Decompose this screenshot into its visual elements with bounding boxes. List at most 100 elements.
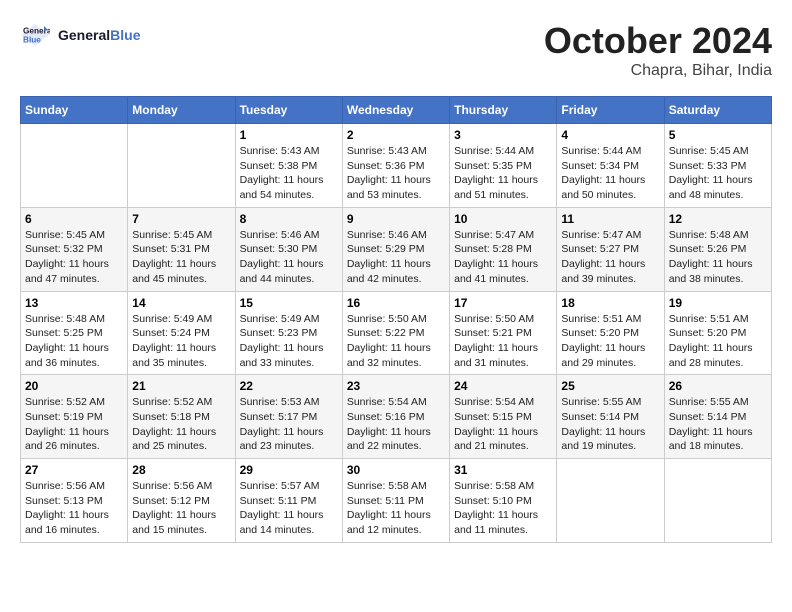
day-info: Sunrise: 5:45 AM Sunset: 5:32 PM Dayligh… [25,228,123,287]
logo-general: General [58,27,110,43]
day-info: Sunrise: 5:52 AM Sunset: 5:18 PM Dayligh… [132,395,230,454]
calendar-week-row: 13 Sunrise: 5:48 AM Sunset: 5:25 PM Dayli… [21,291,772,375]
calendar-cell: 8Sunrise: 5:46 AM Sunset: 5:30 PM Daylig… [235,207,342,291]
calendar-cell [21,124,128,208]
calendar-cell: 28 Sunrise: 5:56 AM Sunset: 5:12 PM Dayli… [128,459,235,543]
day-info: Sunrise: 5:48 AM Sunset: 5:25 PM Dayligh… [25,312,123,371]
calendar-cell: 29 Sunrise: 5:57 AM Sunset: 5:11 PM Dayli… [235,459,342,543]
calendar-cell: 1Sunrise: 5:43 AM Sunset: 5:38 PM Daylig… [235,124,342,208]
calendar-cell: 22Sunrise: 5:53 AM Sunset: 5:17 PM Dayli… [235,375,342,459]
day-number: 2 [347,128,445,142]
day-info: Sunrise: 5:44 AM Sunset: 5:35 PM Dayligh… [454,144,552,203]
day-number: 18 [561,296,659,310]
day-info: Sunrise: 5:51 AM Sunset: 5:20 PM Dayligh… [669,312,767,371]
calendar-cell: 20Sunrise: 5:52 AM Sunset: 5:19 PM Dayli… [21,375,128,459]
day-info: Sunrise: 5:45 AM Sunset: 5:31 PM Dayligh… [132,228,230,287]
logo-blue: Blue [110,27,140,43]
day-number: 24 [454,379,552,393]
calendar-cell: 3 Sunrise: 5:44 AM Sunset: 5:35 PM Daylig… [450,124,557,208]
day-number: 17 [454,296,552,310]
calendar-body: 1Sunrise: 5:43 AM Sunset: 5:38 PM Daylig… [21,124,772,543]
day-info: Sunrise: 5:54 AM Sunset: 5:16 PM Dayligh… [347,395,445,454]
day-number: 21 [132,379,230,393]
day-number: 4 [561,128,659,142]
calendar-cell: 9 Sunrise: 5:46 AM Sunset: 5:29 PM Daylig… [342,207,449,291]
day-number: 22 [240,379,338,393]
calendar-cell [664,459,771,543]
calendar-cell: 10 Sunrise: 5:47 AM Sunset: 5:28 PM Dayli… [450,207,557,291]
day-info: Sunrise: 5:44 AM Sunset: 5:34 PM Dayligh… [561,144,659,203]
day-number: 27 [25,463,123,477]
day-info: Sunrise: 5:49 AM Sunset: 5:23 PM Dayligh… [240,312,338,371]
calendar-cell: 2 Sunrise: 5:43 AM Sunset: 5:36 PM Daylig… [342,124,449,208]
weekday-header-cell: Saturday [664,97,771,124]
page-header: General Blue GeneralBlue October 2024 Ch… [20,20,772,80]
weekday-header-cell: Monday [128,97,235,124]
day-number: 23 [347,379,445,393]
calendar-cell: 5 Sunrise: 5:45 AM Sunset: 5:33 PM Daylig… [664,124,771,208]
calendar-cell [557,459,664,543]
day-info: Sunrise: 5:56 AM Sunset: 5:12 PM Dayligh… [132,479,230,538]
day-info: Sunrise: 5:46 AM Sunset: 5:30 PM Dayligh… [240,228,338,287]
calendar-cell: 12Sunrise: 5:48 AM Sunset: 5:26 PM Dayli… [664,207,771,291]
day-info: Sunrise: 5:45 AM Sunset: 5:33 PM Dayligh… [669,144,767,203]
calendar-week-row: 6 Sunrise: 5:45 AM Sunset: 5:32 PM Daylig… [21,207,772,291]
day-number: 14 [132,296,230,310]
calendar-cell: 4 Sunrise: 5:44 AM Sunset: 5:34 PM Daylig… [557,124,664,208]
day-number: 15 [240,296,338,310]
day-info: Sunrise: 5:51 AM Sunset: 5:20 PM Dayligh… [561,312,659,371]
day-info: Sunrise: 5:43 AM Sunset: 5:36 PM Dayligh… [347,144,445,203]
logo: General Blue GeneralBlue [20,20,140,50]
day-info: Sunrise: 5:48 AM Sunset: 5:26 PM Dayligh… [669,228,767,287]
calendar-cell: 17 Sunrise: 5:50 AM Sunset: 5:21 PM Dayli… [450,291,557,375]
day-info: Sunrise: 5:58 AM Sunset: 5:11 PM Dayligh… [347,479,445,538]
weekday-header-cell: Wednesday [342,97,449,124]
calendar-week-row: 1Sunrise: 5:43 AM Sunset: 5:38 PM Daylig… [21,124,772,208]
calendar-cell: 21 Sunrise: 5:52 AM Sunset: 5:18 PM Dayli… [128,375,235,459]
day-number: 5 [669,128,767,142]
calendar-cell: 26Sunrise: 5:55 AM Sunset: 5:14 PM Dayli… [664,375,771,459]
calendar-cell: 27 Sunrise: 5:56 AM Sunset: 5:13 PM Dayli… [21,459,128,543]
day-info: Sunrise: 5:57 AM Sunset: 5:11 PM Dayligh… [240,479,338,538]
day-number: 19 [669,296,767,310]
day-info: Sunrise: 5:47 AM Sunset: 5:28 PM Dayligh… [454,228,552,287]
calendar-cell: 24Sunrise: 5:54 AM Sunset: 5:15 PM Dayli… [450,375,557,459]
day-info: Sunrise: 5:55 AM Sunset: 5:14 PM Dayligh… [561,395,659,454]
day-number: 6 [25,212,123,226]
day-number: 3 [454,128,552,142]
day-number: 7 [132,212,230,226]
calendar-week-row: 27 Sunrise: 5:56 AM Sunset: 5:13 PM Dayli… [21,459,772,543]
day-info: Sunrise: 5:52 AM Sunset: 5:19 PM Dayligh… [25,395,123,454]
calendar-cell [128,124,235,208]
calendar-cell: 15 Sunrise: 5:49 AM Sunset: 5:23 PM Dayli… [235,291,342,375]
day-info: Sunrise: 5:47 AM Sunset: 5:27 PM Dayligh… [561,228,659,287]
day-info: Sunrise: 5:50 AM Sunset: 5:21 PM Dayligh… [454,312,552,371]
day-info: Sunrise: 5:46 AM Sunset: 5:29 PM Dayligh… [347,228,445,287]
day-number: 31 [454,463,552,477]
month-title: October 2024 [544,20,772,62]
day-number: 29 [240,463,338,477]
calendar-table: SundayMondayTuesdayWednesdayThursdayFrid… [20,96,772,543]
day-number: 26 [669,379,767,393]
calendar-cell: 16Sunrise: 5:50 AM Sunset: 5:22 PM Dayli… [342,291,449,375]
day-number: 13 [25,296,123,310]
day-number: 30 [347,463,445,477]
calendar-cell: 6 Sunrise: 5:45 AM Sunset: 5:32 PM Daylig… [21,207,128,291]
day-info: Sunrise: 5:43 AM Sunset: 5:38 PM Dayligh… [240,144,338,203]
day-number: 9 [347,212,445,226]
calendar-cell: 13 Sunrise: 5:48 AM Sunset: 5:25 PM Dayli… [21,291,128,375]
svg-text:General: General [23,27,50,36]
location-title: Chapra, Bihar, India [544,62,772,80]
calendar-cell: 19 Sunrise: 5:51 AM Sunset: 5:20 PM Dayli… [664,291,771,375]
day-number: 10 [454,212,552,226]
weekday-header-cell: Friday [557,97,664,124]
calendar-cell: 7 Sunrise: 5:45 AM Sunset: 5:31 PM Daylig… [128,207,235,291]
day-number: 11 [561,212,659,226]
calendar-week-row: 20Sunrise: 5:52 AM Sunset: 5:19 PM Dayli… [21,375,772,459]
calendar-cell: 31Sunrise: 5:58 AM Sunset: 5:10 PM Dayli… [450,459,557,543]
day-number: 28 [132,463,230,477]
calendar-cell: 25Sunrise: 5:55 AM Sunset: 5:14 PM Dayli… [557,375,664,459]
day-info: Sunrise: 5:56 AM Sunset: 5:13 PM Dayligh… [25,479,123,538]
day-number: 16 [347,296,445,310]
calendar-cell: 30 Sunrise: 5:58 AM Sunset: 5:11 PM Dayli… [342,459,449,543]
